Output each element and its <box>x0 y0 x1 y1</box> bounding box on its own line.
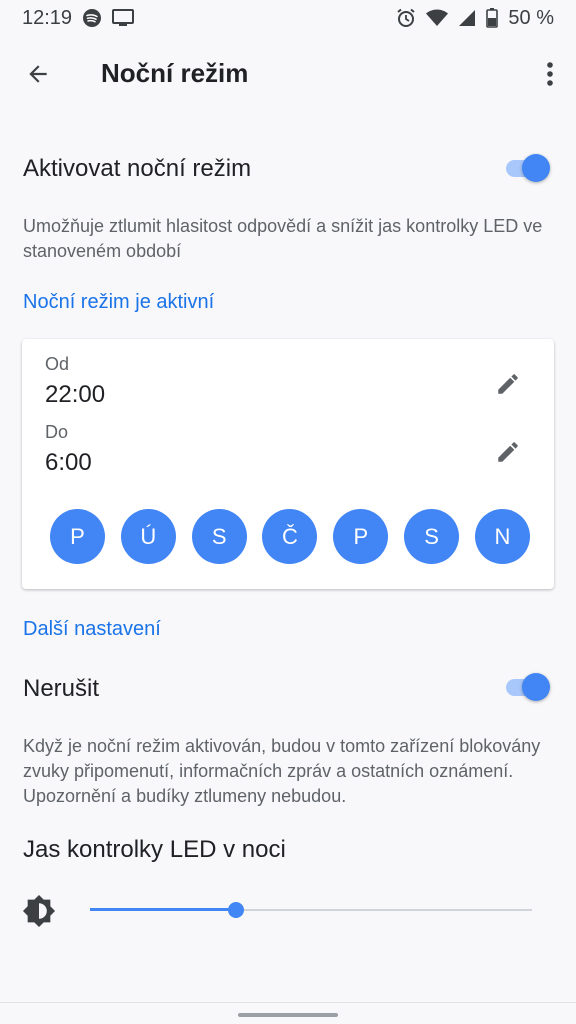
arrow-back-icon <box>29 65 47 83</box>
to-label: Do <box>45 422 69 442</box>
toggle-thumb <box>522 154 550 182</box>
edit-from-button[interactable] <box>492 368 524 400</box>
from-time[interactable]: 22:00 <box>45 381 105 409</box>
night-mode-description: Umožňuje ztlumit hlasitost odpovědí a sn… <box>23 216 543 261</box>
edit-icon <box>498 374 518 394</box>
toggle-thumb <box>522 673 550 701</box>
to-time[interactable]: 6:00 <box>45 449 92 477</box>
battery-percent: 50 % <box>508 6 554 29</box>
app-bar: Noční režim <box>0 44 576 102</box>
home-gesture-handle[interactable] <box>238 1013 338 1017</box>
night-mode-toggle-label: Aktivovat noční režim <box>23 155 252 182</box>
schedule-card: Od 22:00 Do 6:00 P Ú S Č P S N <box>22 339 554 589</box>
slider-fill <box>90 908 236 911</box>
back-button[interactable] <box>20 56 56 92</box>
signal-icon <box>458 9 476 27</box>
status-bar: 12:19 50 % <box>0 0 576 36</box>
day-friday[interactable]: P <box>333 509 389 564</box>
navigation-bar <box>0 1002 576 1024</box>
cast-icon <box>112 9 135 27</box>
from-label: Od <box>45 354 70 374</box>
more-options-button[interactable] <box>542 56 558 92</box>
day-saturday[interactable]: S <box>404 509 460 564</box>
more-settings-heading: Další nastavení <box>23 618 161 640</box>
day-monday[interactable]: P <box>50 509 105 564</box>
brightness-icon <box>22 894 56 928</box>
spotify-icon <box>82 8 102 28</box>
day-wednesday[interactable]: S <box>191 509 247 564</box>
battery-icon <box>486 8 499 28</box>
slider-thumb[interactable] <box>227 902 244 918</box>
led-brightness-slider[interactable] <box>90 900 532 920</box>
day-sunday[interactable]: N <box>474 509 530 564</box>
status-time: 12:19 <box>22 6 73 29</box>
dnd-description: Když je noční režim aktivován, budou v t… <box>23 736 541 806</box>
day-selector: P Ú S Č P S N <box>50 509 530 565</box>
night-mode-toggle[interactable] <box>504 153 550 183</box>
page-title: Noční režim <box>101 58 249 88</box>
edit-icon <box>498 442 518 462</box>
edit-to-button[interactable] <box>492 436 524 468</box>
night-mode-status: Noční režim je aktivní <box>23 291 215 313</box>
day-tuesday[interactable]: Ú <box>120 509 176 564</box>
led-brightness-label: Jas kontrolky LED v noci <box>23 836 286 863</box>
more-vert-icon <box>547 62 553 86</box>
wifi-icon <box>426 9 449 27</box>
dnd-toggle[interactable] <box>504 672 550 702</box>
day-thursday[interactable]: Č <box>262 509 318 564</box>
dnd-label: Nerušit <box>23 675 100 702</box>
alarm-icon <box>396 8 416 28</box>
